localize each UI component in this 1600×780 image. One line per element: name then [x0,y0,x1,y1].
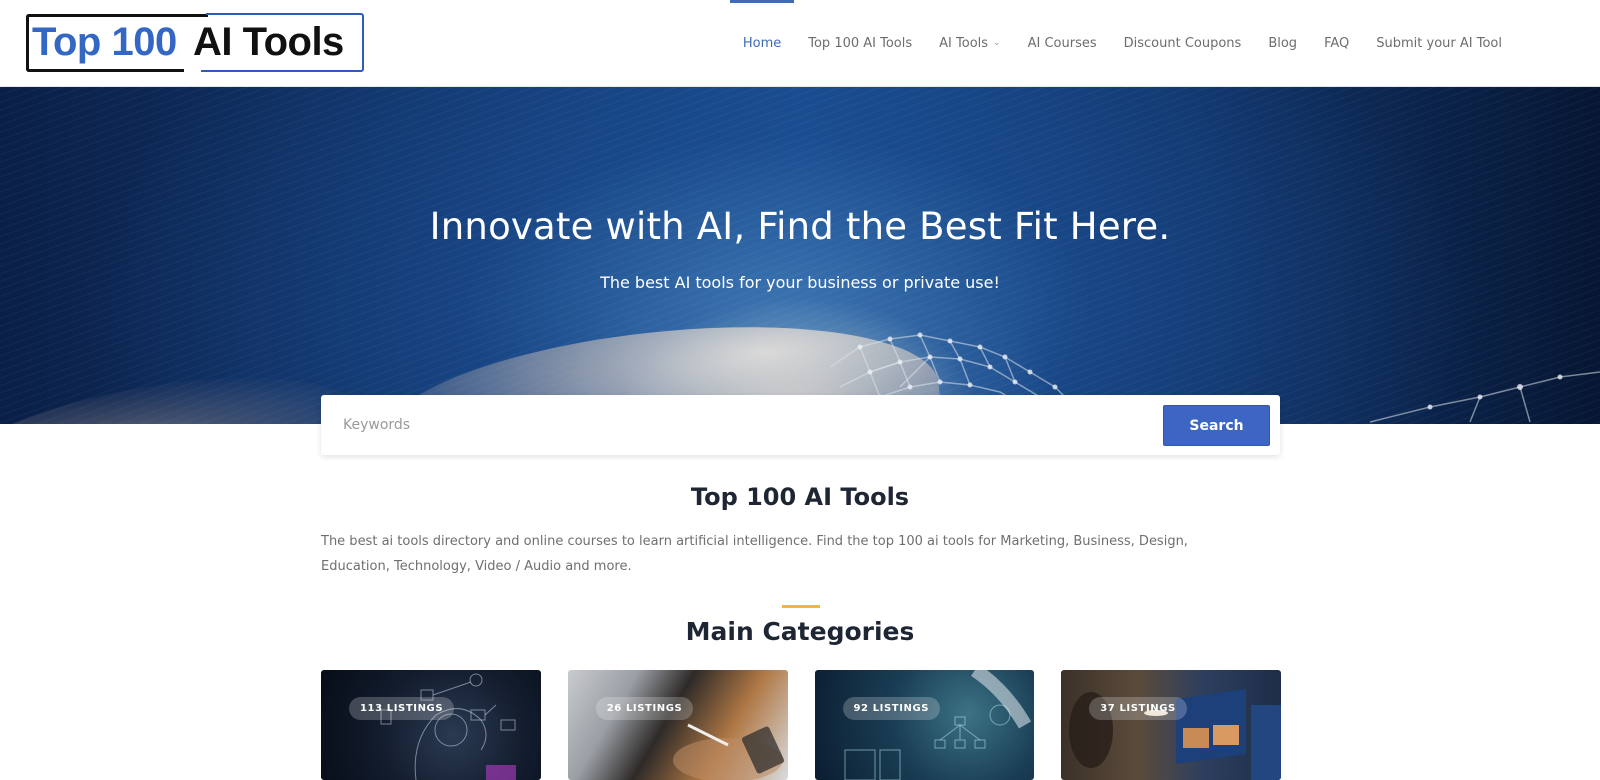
category-card[interactable]: 37 LISTINGS [1061,670,1281,780]
search-bar: Search [321,395,1280,455]
nav-item-submit-ai-tool[interactable]: Submit your AI Tool [1376,0,1502,86]
hero-title: Innovate with AI, Find the Best Fit Here… [429,205,1171,248]
listings-count-badge: 113 LISTINGS [349,697,455,720]
category-card[interactable]: 26 LISTINGS [567,670,788,780]
nav-item-home[interactable]: Home [729,0,795,86]
site-logo[interactable]: Top 100 AI Tools [26,13,364,74]
ai-lightbulb-head-image [380,673,516,780]
nav-item-ai-tools-label: AI Tools [939,35,989,51]
nav-item-ai-courses[interactable]: AI Courses [1028,0,1097,86]
category-cards: 113 LISTINGS 26 LISTINGS 92 LISTINGS 37 … [321,670,1281,780]
logo-text-secondary: AI Tools [193,20,344,64]
main-categories-title: Main Categories [685,617,915,646]
intro-description: The best ai tools directory and online c… [321,534,1188,574]
category-card[interactable]: 92 LISTINGS [814,670,1035,780]
chevron-down-icon: ⌄ [993,38,1001,48]
business-chart-image [844,670,1031,780]
category-card[interactable]: 113 LISTINGS [321,670,541,780]
listings-count-badge: 92 LISTINGS [842,697,941,720]
section-divider [782,605,820,608]
listings-count-badge: 26 LISTINGS [595,697,694,720]
keywords-search-input[interactable] [321,395,1151,455]
search-button[interactable]: Search [1163,405,1270,446]
nav-item-top-100-ai-tools[interactable]: Top 100 AI Tools [808,0,912,86]
listings-count-badge: 37 LISTINGS [1089,697,1187,720]
hero-subtitle: The best AI tools for your business or p… [600,273,1000,292]
video-editor-woman-image [1069,688,1281,780]
site-header: Top 100 AI Tools Home Top 100 AI Tools A… [0,0,1600,87]
nav-item-ai-tools[interactable]: AI Tools ⌄ [939,0,1000,86]
nav-item-blog[interactable]: Blog [1268,0,1297,86]
nav-item-faq[interactable]: FAQ [1324,0,1349,86]
intro-title: Top 100 AI Tools [690,483,910,511]
person-with-phone-image [672,723,784,780]
logo-text-primary: Top 100 [32,20,177,64]
hero-banner: Innovate with AI, Find the Best Fit Here… [0,87,1600,424]
nav-item-discount-coupons[interactable]: Discount Coupons [1124,0,1242,86]
main-nav: Home Top 100 AI Tools AI Tools ⌄ AI Cour… [716,0,1502,86]
